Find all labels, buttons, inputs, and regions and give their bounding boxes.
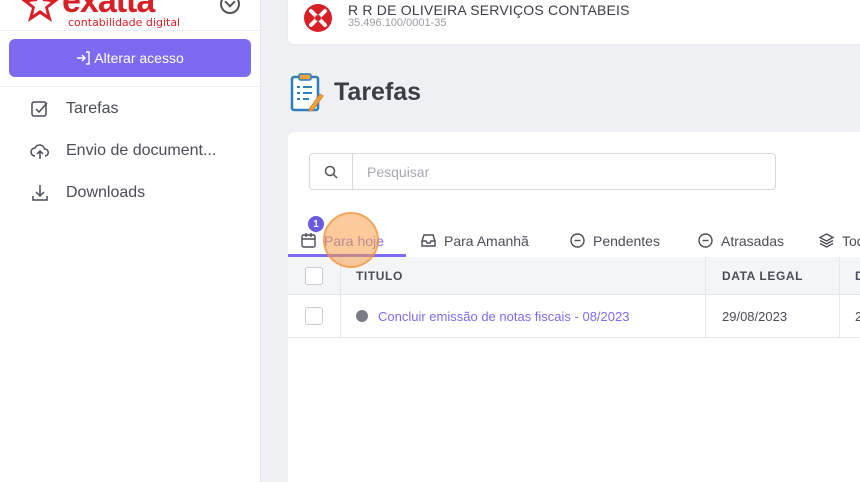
- sidebar-item-label: Envio de document...: [66, 142, 217, 159]
- sidebar-item-envio-documentos[interactable]: Envio de document...: [0, 130, 260, 172]
- column-divider: [839, 295, 840, 337]
- sidebar-item-label: Downloads: [66, 184, 146, 201]
- sidebar-item-downloads[interactable]: Downloads: [0, 172, 260, 214]
- tab-label: Atrasadas: [721, 232, 785, 249]
- minus-circle-icon: [698, 233, 713, 248]
- tasks-table: TITULO DATA LEGAL D Concluir emissão de …: [288, 257, 860, 338]
- column-header-titulo[interactable]: TITULO: [356, 269, 403, 283]
- login-arrow-icon: [77, 51, 90, 65]
- star-logo-icon: [21, 0, 59, 22]
- page-title: Tarefas: [334, 77, 422, 106]
- column-header-data-legal[interactable]: DATA LEGAL: [722, 269, 803, 283]
- task-title-link[interactable]: Concluir emissão de notas fiscais - 08/2…: [378, 309, 629, 324]
- cloud-upload-icon: [30, 144, 49, 159]
- row-checkbox[interactable]: [305, 307, 323, 325]
- task-legal-date: 29/08/2023: [722, 308, 788, 324]
- search-input[interactable]: [353, 154, 775, 189]
- column-header-next[interactable]: D: [855, 269, 860, 283]
- company-card[interactable]: R R DE OLIVEIRA SERVIÇOS CONTABEIS 35.49…: [288, 0, 860, 44]
- column-divider: [705, 295, 706, 337]
- tab-label: Para Amanhã: [444, 232, 529, 249]
- table-row[interactable]: Concluir emissão de notas fiscais - 08/2…: [288, 295, 860, 338]
- sidebar-item-tarefas[interactable]: Tarefas: [0, 88, 260, 130]
- column-divider: [705, 257, 706, 294]
- divider: [0, 30, 260, 31]
- company-logo-icon: [304, 4, 332, 32]
- logo-subtitle: contabilidade digital: [68, 16, 181, 29]
- sidebar-item-label: Tarefas: [66, 100, 119, 117]
- calendar-icon: [301, 233, 316, 248]
- company-name: R R DE OLIVEIRA SERVIÇOS CONTABEIS: [348, 2, 630, 18]
- layers-icon: [818, 233, 835, 248]
- task-next-cell: 2: [855, 308, 860, 324]
- tab-para-amanha[interactable]: Para Amanhã: [420, 224, 529, 257]
- search-button[interactable]: [310, 154, 353, 189]
- collapse-toggle-icon[interactable]: [220, 0, 240, 14]
- table-header: TITULO DATA LEGAL D: [288, 257, 860, 295]
- download-icon: [32, 185, 48, 201]
- tab-atrasadas[interactable]: Atrasadas: [697, 224, 784, 257]
- tasks-panel: 1 Para hoje Para Amanhã Pendentes Atrasa…: [288, 132, 860, 482]
- tab-label: Pendentes: [593, 232, 660, 249]
- change-access-button[interactable]: Alterar acesso: [9, 39, 251, 77]
- clipboard-tasks-icon: [290, 73, 324, 112]
- task-tabs: 1 Para hoje Para Amanhã Pendentes Atrasa…: [288, 216, 860, 258]
- column-divider: [839, 257, 840, 294]
- company-cnpj: 35.496.100/0001-35: [348, 17, 447, 29]
- tab-label: Para hoje: [324, 232, 384, 249]
- tab-label: Tod: [842, 232, 860, 249]
- sidebar: exatta contabilidade digital Alterar ace…: [0, 0, 261, 482]
- change-access-label: Alterar acesso: [94, 50, 184, 66]
- page-header: Tarefas: [290, 72, 421, 112]
- select-all-checkbox[interactable]: [305, 266, 323, 285]
- column-divider: [340, 295, 341, 337]
- exatta-logo[interactable]: exatta contabilidade digital: [20, 0, 190, 30]
- minus-circle-icon: [570, 233, 585, 248]
- tab-pendentes[interactable]: Pendentes: [569, 224, 660, 257]
- search-icon: [324, 165, 338, 179]
- status-dot-icon: [356, 310, 368, 322]
- tab-todas[interactable]: Tod: [818, 224, 860, 257]
- tab-para-hoje[interactable]: 1 Para hoje: [300, 216, 384, 257]
- tab-count-badge: 1: [308, 216, 324, 232]
- column-divider: [340, 257, 341, 294]
- divider: [0, 86, 260, 87]
- inbox-icon: [421, 234, 436, 247]
- sidebar-nav: Tarefas Envio de document... Downloads: [0, 88, 260, 214]
- checkbox-icon: [31, 101, 48, 117]
- search-box: [309, 153, 776, 190]
